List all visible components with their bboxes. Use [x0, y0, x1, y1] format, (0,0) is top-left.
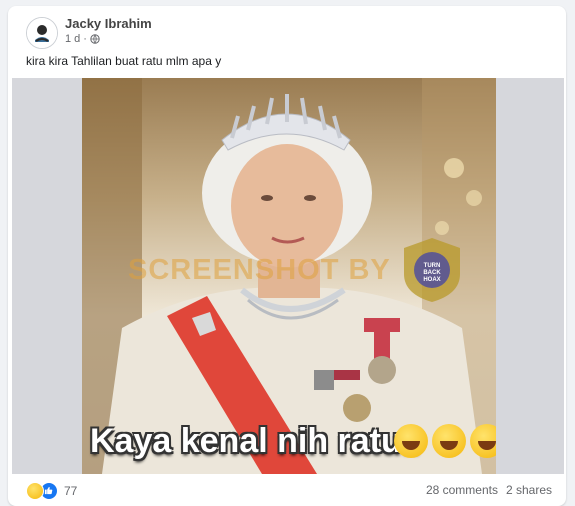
post-image[interactable]: SCREENSHOT BY TURN BACK HOAX Kaya kenal …	[12, 78, 564, 474]
meme-caption: Kaya kenal nih ratu..	[90, 422, 421, 460]
avatar[interactable]	[26, 17, 58, 49]
reaction-count: 77	[64, 484, 78, 498]
laughing-emoji-icon	[432, 424, 466, 458]
thumbs-up-icon	[44, 486, 53, 495]
watermark-text: SCREENSHOT BY	[128, 254, 391, 286]
reaction-summary[interactable]: 77	[26, 482, 77, 500]
turn-back-hoax-seal-icon: TURN BACK HOAX	[404, 238, 460, 302]
post-caption: kira kira Tahlilan buat ratu mlm apa y	[26, 54, 222, 68]
svg-text:TURN: TURN	[424, 263, 441, 269]
shares-link[interactable]: 2 shares	[506, 483, 552, 497]
post-time[interactable]: 1 d	[65, 33, 80, 45]
facebook-post: Jacky Ibrahim 1 d · kira kira Tahlilan b…	[8, 6, 566, 506]
haha-reaction-icon	[26, 482, 44, 500]
engagement-stats: 28 comments 2 shares	[426, 483, 552, 497]
comments-link[interactable]: 28 comments	[426, 483, 498, 497]
author-name[interactable]: Jacky Ibrahim	[65, 16, 152, 31]
post-meta: 1 d ·	[65, 33, 100, 45]
laughing-emoji-icon	[470, 424, 496, 458]
svg-text:BACK: BACK	[423, 270, 441, 276]
post-footer: 77 28 comments 2 shares	[8, 478, 566, 506]
meta-separator: ·	[83, 33, 87, 45]
svg-text:HOAX: HOAX	[423, 277, 440, 283]
queen-photo: SCREENSHOT BY TURN BACK HOAX Kaya kenal …	[82, 78, 496, 474]
laughing-emoji-group	[394, 424, 496, 458]
globe-icon[interactable]	[90, 34, 100, 44]
laughing-emoji-icon	[394, 424, 428, 458]
avatar-image	[27, 18, 57, 48]
